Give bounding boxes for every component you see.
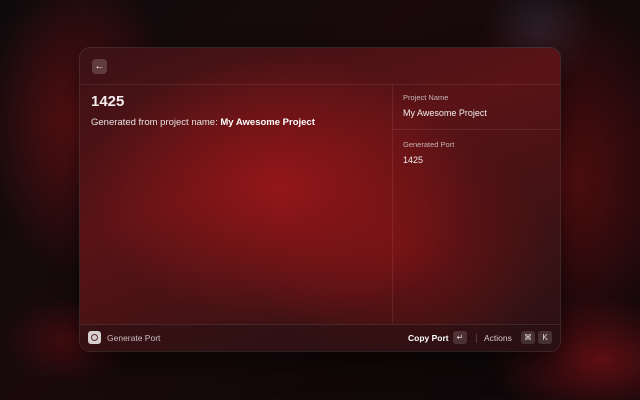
generated-port-label: Generated Port	[403, 140, 455, 149]
actions-button[interactable]: Actions	[484, 333, 512, 343]
k-key-icon: K	[538, 331, 552, 344]
metadata-panel: Project Name My Awesome Project Generate…	[392, 85, 560, 324]
project-name-value: My Awesome Project	[403, 108, 487, 118]
description: Generated from project name: My Awesome …	[91, 117, 315, 128]
project-name-label: Project Name	[403, 93, 449, 102]
enter-key-icon: ↵	[453, 331, 467, 344]
description-prefix: Generated from project name:	[91, 117, 221, 128]
top-bar: ←	[80, 48, 560, 85]
command-key-icon: ⌘	[521, 331, 535, 344]
metadata-separator	[393, 129, 560, 130]
raycast-window: ← 1425 Generated from project name: My A…	[80, 48, 560, 351]
extension-icon	[88, 331, 101, 344]
description-project-name: My Awesome Project	[220, 117, 315, 128]
back-button[interactable]: ←	[92, 59, 107, 74]
arrow-left-icon: ←	[94, 60, 105, 72]
port-heading: 1425	[91, 93, 125, 110]
action-bar: Generate Port Copy Port ↵ Actions ⌘ K	[80, 324, 560, 351]
command-title: Generate Port	[107, 333, 161, 343]
action-divider	[476, 334, 477, 343]
generated-port-value: 1425	[403, 155, 424, 165]
copy-port-button[interactable]: Copy Port	[408, 333, 449, 343]
detail-pane: 1425 Generated from project name: My Awe…	[80, 85, 391, 324]
